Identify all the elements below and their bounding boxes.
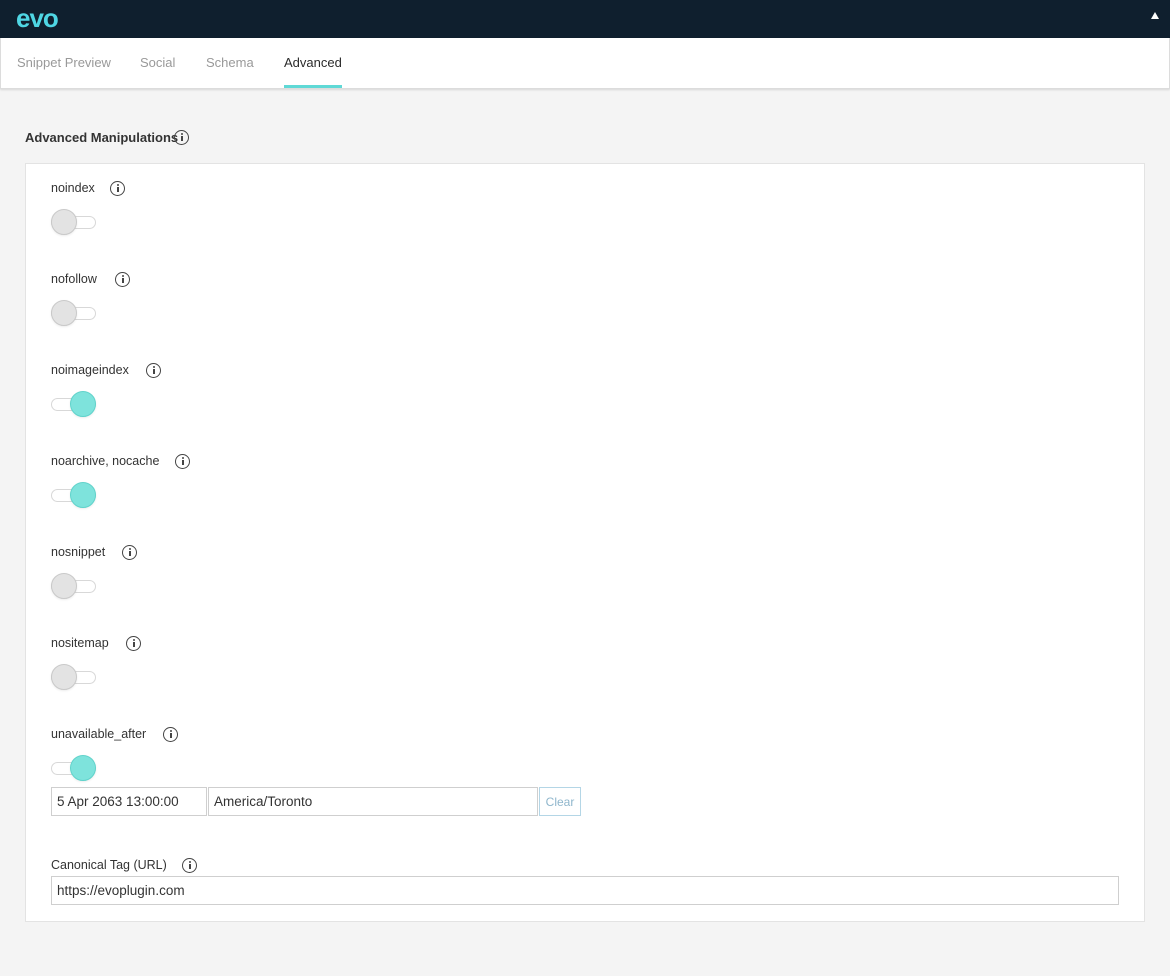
timezone-input[interactable] [208,787,538,816]
nofollow-label: nofollow [51,272,97,286]
date-input[interactable] [51,787,207,816]
tab-schema[interactable]: Schema [206,38,254,88]
nofollow-toggle[interactable] [51,300,97,326]
canonical-label: Canonical Tag (URL) [51,858,167,872]
info-icon[interactable] [115,272,130,287]
nosnippet-label: nosnippet [51,545,106,559]
tab-bar: Snippet Preview Social Schema Advanced [0,38,1170,89]
noarchive-label: noarchive, nocache [51,454,160,468]
svg-text:evo: evo [16,7,58,31]
canonical-url-input[interactable] [51,876,1119,905]
collapse-arrow-icon[interactable] [1151,12,1159,19]
nositemap-toggle[interactable] [51,664,97,690]
info-icon[interactable] [182,858,197,873]
info-icon[interactable] [163,727,178,742]
noimageindex-label: noimageindex [51,363,129,377]
unavailable-after-label: unavailable_after [51,727,147,741]
info-icon[interactable] [146,363,161,378]
unavailable-after-toggle[interactable] [51,755,97,781]
noarchive-toggle[interactable] [51,482,97,508]
tab-social[interactable]: Social [140,38,175,88]
info-icon[interactable] [175,454,190,469]
info-icon[interactable] [174,130,189,145]
clear-button[interactable]: Clear [539,787,581,816]
nositemap-label: nositemap [51,636,109,650]
top-bar: evo [0,0,1170,38]
evo-logo: evo [16,7,59,31]
tab-snippet-preview[interactable]: Snippet Preview [17,38,111,88]
info-icon[interactable] [110,181,125,196]
info-icon[interactable] [122,545,137,560]
noimageindex-toggle[interactable] [51,391,97,417]
nosnippet-toggle[interactable] [51,573,97,599]
noindex-toggle[interactable] [51,209,97,235]
tab-advanced[interactable]: Advanced [284,38,342,88]
section-title: Advanced Manipulations [25,130,179,145]
noindex-label: noindex [51,181,95,195]
info-icon[interactable] [126,636,141,651]
